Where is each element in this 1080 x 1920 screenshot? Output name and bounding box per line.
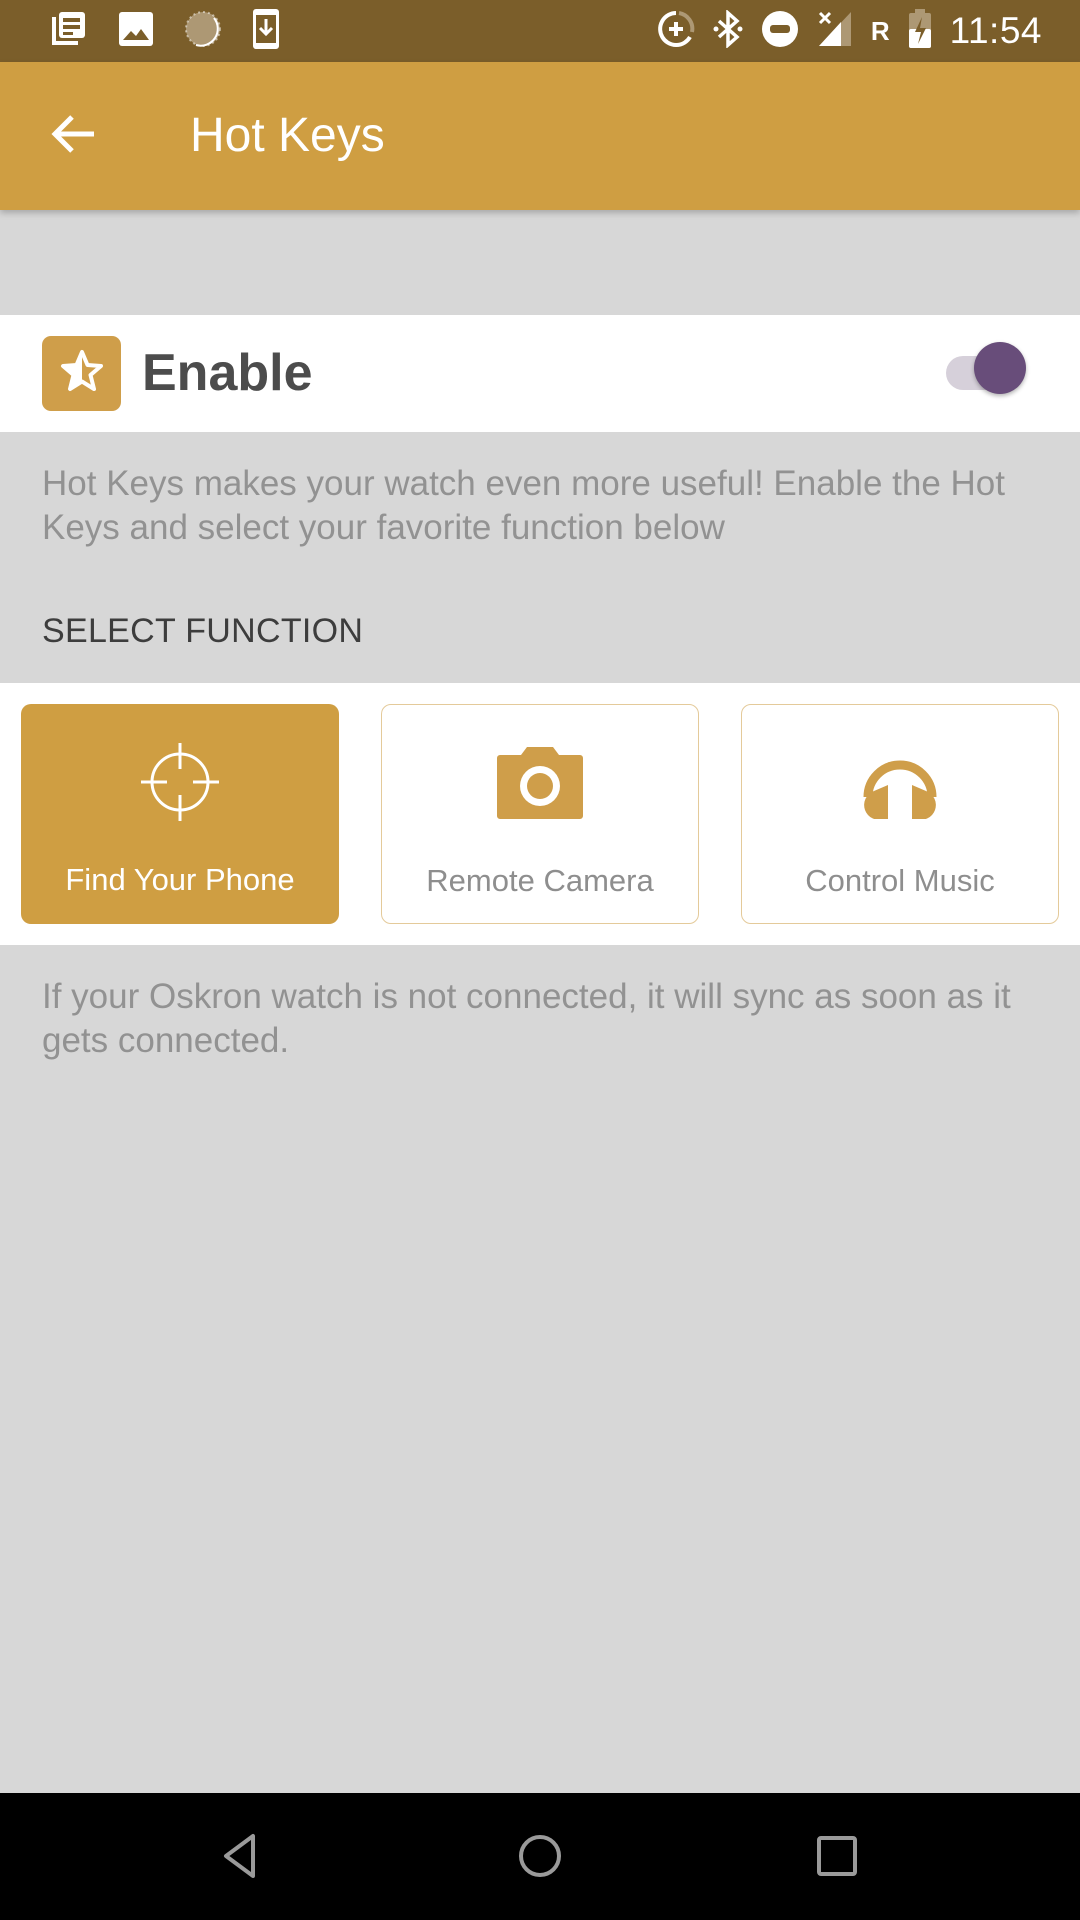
enable-toggle[interactable] xyxy=(944,342,1030,398)
star-icon xyxy=(59,348,105,399)
nav-recents-button[interactable] xyxy=(802,1823,872,1893)
news-notification-icon xyxy=(48,9,88,54)
toggle-thumb xyxy=(974,342,1026,394)
system-status-icons: R 11:54 xyxy=(657,8,1042,54)
clock: 11:54 xyxy=(949,10,1042,51)
status-bar: R 11:54 xyxy=(0,0,1080,62)
option-label: Control Music xyxy=(805,863,995,898)
nav-home-button[interactable] xyxy=(505,1823,575,1893)
headphones-icon xyxy=(860,747,940,824)
page-title: Hot Keys xyxy=(190,109,385,162)
sync-note: If your Oskron watch is not connected, i… xyxy=(42,977,1011,1060)
option-find-your-phone[interactable]: Find Your Phone xyxy=(21,704,339,924)
image-notification-icon xyxy=(118,11,154,52)
roaming-indicator: R xyxy=(870,15,890,46)
enable-row: Enable xyxy=(0,315,1080,432)
do-not-disturb-icon xyxy=(761,10,799,53)
back-button[interactable] xyxy=(44,106,104,166)
battery-charging-icon xyxy=(908,8,932,54)
notification-icons xyxy=(48,8,280,55)
option-control-music[interactable]: Control Music xyxy=(741,704,1059,924)
enable-label: Enable xyxy=(142,344,313,402)
function-options: Find Your Phone Remote Camera Control Mu… xyxy=(0,683,1080,945)
nav-back-button[interactable] xyxy=(206,1823,276,1893)
nav-home-icon xyxy=(517,1833,563,1884)
description-text: Hot Keys makes your watch even more usef… xyxy=(42,464,1005,547)
app-bar: Hot Keys xyxy=(0,62,1080,210)
download-notification-icon xyxy=(252,8,280,55)
select-function-header: SELECT FUNCTION xyxy=(42,612,364,650)
arrow-left-icon xyxy=(50,112,98,161)
sync-spinner-icon xyxy=(184,10,222,53)
crosshair-icon xyxy=(140,742,220,827)
bluetooth-icon xyxy=(713,8,743,53)
nav-back-icon xyxy=(221,1833,261,1884)
camera-icon xyxy=(497,746,583,824)
option-remote-camera[interactable]: Remote Camera xyxy=(381,704,699,924)
data-saver-icon xyxy=(657,10,695,53)
no-signal-icon xyxy=(817,10,853,53)
option-label: Remote Camera xyxy=(426,863,654,898)
nav-recents-icon xyxy=(816,1835,858,1882)
enable-icon-badge xyxy=(42,336,121,411)
system-nav-bar xyxy=(0,1793,1080,1920)
option-label: Find Your Phone xyxy=(65,862,295,897)
